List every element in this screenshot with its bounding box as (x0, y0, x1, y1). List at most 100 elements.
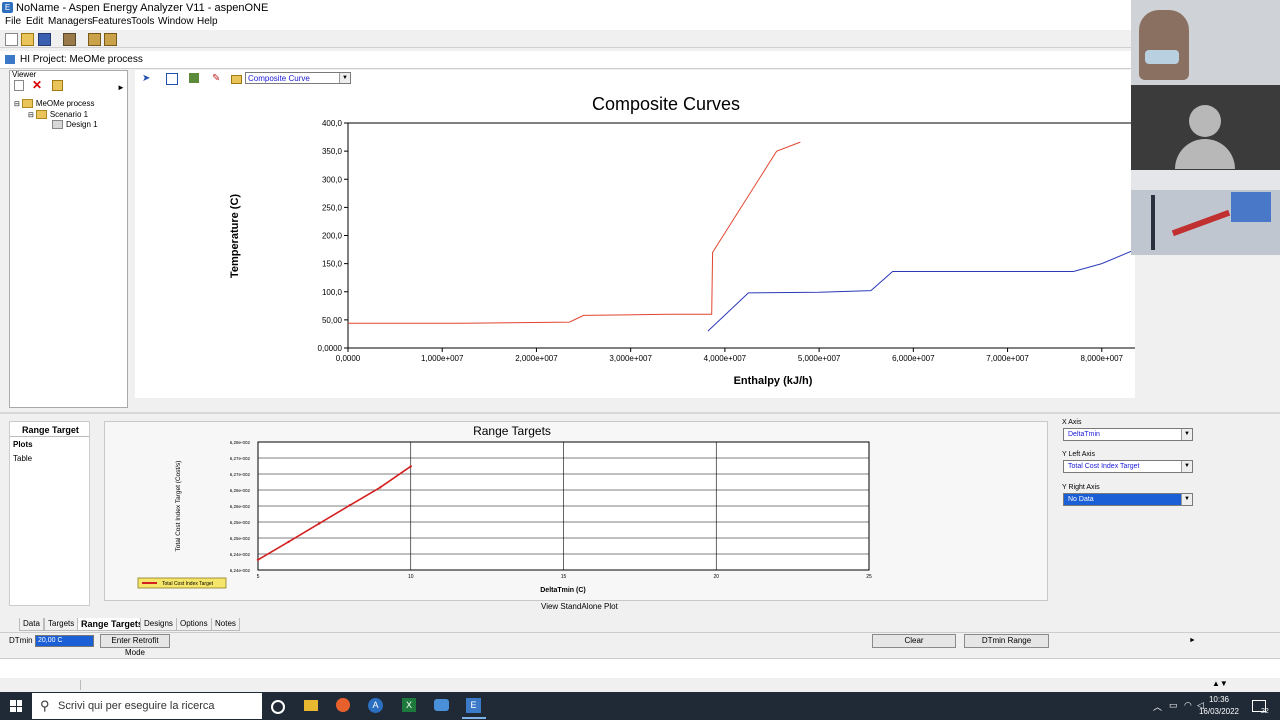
menu-edit[interactable]: Edit (26, 16, 43, 27)
gym-ceiling (1131, 170, 1280, 190)
x-tick-label: 0,0000 (336, 354, 361, 363)
window-title: NoName - Aspen Energy Analyzer V11 - asp… (16, 2, 269, 14)
y-right-axis-select[interactable]: No Data ▼ (1063, 493, 1193, 506)
clock-time[interactable]: 10:36 (1196, 695, 1242, 704)
tree-item-project[interactable]: ⊟ MeOMe process (14, 99, 95, 109)
folder-icon (21, 99, 33, 109)
range-y-tick-label: 6,25e-002 (230, 520, 251, 525)
x-tick-label: 2,000e+007 (515, 354, 558, 363)
windows-start-icon[interactable] (10, 700, 22, 712)
range-data-point (409, 465, 412, 468)
up-arrow-icon[interactable]: ▲▼ (1212, 679, 1228, 688)
enter-retrofit-mode-button[interactable]: Enter Retrofit Mode (100, 634, 170, 657)
search-icon: ⚲ (40, 698, 50, 713)
menu-managers[interactable]: Managers (48, 16, 92, 27)
chevron-down-icon: ▼ (1181, 494, 1192, 505)
chevron-down-icon: ▼ (1181, 429, 1192, 440)
y-right-axis-label: Y Right Axis (1062, 484, 1100, 491)
clock-date[interactable]: 16/03/2022 (1196, 707, 1242, 716)
tab-range-targets[interactable]: Range Targets (77, 618, 147, 631)
clear-button[interactable]: Clear (872, 634, 956, 648)
managers-icon[interactable] (88, 33, 101, 46)
cold-composite-curve (707, 249, 1135, 332)
folder-icon[interactable] (52, 80, 63, 91)
tab-notes[interactable]: Notes (211, 618, 240, 631)
video-app-icon[interactable] (434, 699, 449, 711)
status-divider (80, 680, 81, 690)
new-file-icon[interactable] (5, 33, 18, 46)
panel-arrow-icon[interactable]: ► (117, 83, 125, 92)
y-tick-label: 250,0 (322, 203, 343, 212)
menu-file[interactable]: File (5, 16, 21, 27)
window-titlebar: E NoName - Aspen Energy Analyzer V11 - a… (0, 0, 1280, 15)
tool-icon[interactable] (63, 33, 76, 46)
aspen-icon[interactable]: A (368, 698, 383, 713)
chart-edit-icon[interactable] (166, 73, 178, 85)
tab-designs[interactable]: Designs (140, 618, 177, 631)
range-data-point (256, 558, 260, 561)
tree-item-scenario[interactable]: ⊟ Scenario 1 (28, 110, 88, 120)
tab-options[interactable]: Options (176, 618, 212, 631)
range-data-point (348, 504, 351, 507)
dtmin-input[interactable]: 20,00 C (35, 635, 94, 647)
features-icon[interactable] (104, 33, 117, 46)
play-arrow-icon[interactable]: ► (1189, 637, 1196, 644)
range-chart-title: Range Targets (473, 424, 551, 438)
tab-data[interactable]: Data (19, 618, 44, 631)
y-tick-label: 0,0000 (318, 344, 343, 353)
design-icon (52, 120, 63, 130)
firefox-icon[interactable] (336, 698, 350, 712)
open-folder-icon[interactable] (21, 33, 34, 46)
range-x-tick-label: 20 (713, 574, 719, 580)
excel-icon[interactable]: X (402, 698, 416, 712)
range-y-tick-label: 6,24e-002 (230, 552, 251, 557)
list-item-plots[interactable]: Plots (13, 440, 33, 449)
tab-targets[interactable]: Targets (44, 618, 79, 631)
y-tick-label: 100,0 (322, 288, 343, 297)
curve-type-select[interactable]: Composite Curve ▼ (245, 72, 351, 84)
menu-features[interactable]: Features (92, 16, 131, 27)
file-explorer-icon[interactable] (304, 700, 318, 711)
folder-icon (35, 110, 47, 120)
x-axis-select[interactable]: DeltaTmin ▼ (1063, 428, 1193, 441)
view-standalone-plot-link[interactable]: View StandAlone Plot (541, 602, 618, 611)
y-left-axis-select[interactable]: Total Cost Index Target ▼ (1063, 460, 1193, 473)
range-data-point (379, 486, 382, 489)
energy-analyzer-icon[interactable]: E (466, 698, 481, 713)
active-indicator (462, 717, 486, 719)
cortana-icon[interactable] (271, 700, 285, 714)
range-y-tick-label: 6,27e-002 (230, 456, 251, 461)
network-icon[interactable]: ▭ (1169, 700, 1178, 711)
project-titlebar: HI Project: MeOMe process (0, 51, 1280, 69)
new-item-icon[interactable] (14, 80, 24, 91)
menu-window[interactable]: Window (158, 16, 194, 27)
range-targets-chart: Range Targets 5 10 15 20 25 6,24e-002 6,24e-002… (137, 424, 872, 594)
range-x-tick-label: 5 (257, 574, 260, 580)
y-left-axis-label: Y Left Axis (1062, 451, 1095, 458)
webcam-tile-gym (1131, 170, 1280, 255)
list-item-table[interactable]: Table (13, 454, 32, 463)
taskbar-search[interactable]: ⚲ Scrivi qui per eseguire la ricerca (32, 693, 262, 719)
table-icon[interactable] (189, 73, 199, 83)
delete-icon[interactable]: ✕ (32, 78, 42, 92)
save-icon[interactable] (38, 33, 51, 46)
avatar-icon (1189, 105, 1221, 137)
menu-help[interactable]: Help (197, 16, 218, 27)
gym-pole (1151, 195, 1155, 250)
range-x-tick-label: 15 (561, 574, 567, 580)
tray-chevron-icon[interactable]: ︿ (1153, 700, 1162, 713)
pen-icon[interactable]: ✎ (212, 73, 220, 84)
folder-icon[interactable] (231, 75, 242, 84)
range-x-axis-title: DeltaTmin (C) (540, 587, 586, 594)
webcam-tile-avatar (1131, 85, 1280, 170)
chart-tool-icon[interactable]: ➤ (142, 73, 150, 84)
dtmin-range-button[interactable]: DTmin Range (964, 634, 1049, 648)
menu-tools[interactable]: Tools (131, 16, 154, 27)
viewer-panel: Viewer ✕ ► ⊟ MeOMe process ⊟ Scenario 1 … (9, 70, 128, 408)
app-icon: E (2, 2, 13, 13)
tree-item-design[interactable]: Design 1 (52, 120, 98, 130)
gymnast (1171, 209, 1231, 237)
dtmin-label: DTmin (9, 636, 33, 645)
y-tick-label: 400,0 (322, 119, 343, 128)
wifi-icon[interactable]: ◠ (1184, 700, 1192, 711)
